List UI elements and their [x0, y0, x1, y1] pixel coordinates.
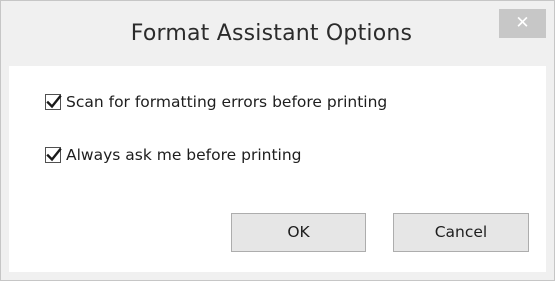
format-assistant-options-dialog: Format Assistant Options ✕ Scan for form… [0, 0, 555, 281]
always-ask-checkbox[interactable] [45, 147, 62, 163]
close-button[interactable]: ✕ [499, 9, 546, 38]
scan-formatting-errors-checkbox[interactable] [45, 94, 62, 110]
title-bar[interactable]: Format Assistant Options ✕ [1, 1, 554, 66]
checkmark-icon [46, 147, 62, 162]
always-ask-label: Always ask me before printing [66, 146, 302, 164]
dialog-title: Format Assistant Options [130, 21, 413, 46]
dialog-content: Scan for formatting errors before printi… [9, 66, 546, 272]
close-icon: ✕ [515, 13, 530, 33]
ok-button[interactable]: OK [231, 213, 366, 252]
cancel-button[interactable]: Cancel [393, 213, 529, 252]
always-ask-option[interactable]: Always ask me before printing [45, 144, 302, 166]
scan-formatting-errors-label: Scan for formatting errors before printi… [66, 93, 388, 111]
scan-formatting-errors-option[interactable]: Scan for formatting errors before printi… [45, 91, 387, 113]
checkmark-icon [46, 94, 62, 109]
